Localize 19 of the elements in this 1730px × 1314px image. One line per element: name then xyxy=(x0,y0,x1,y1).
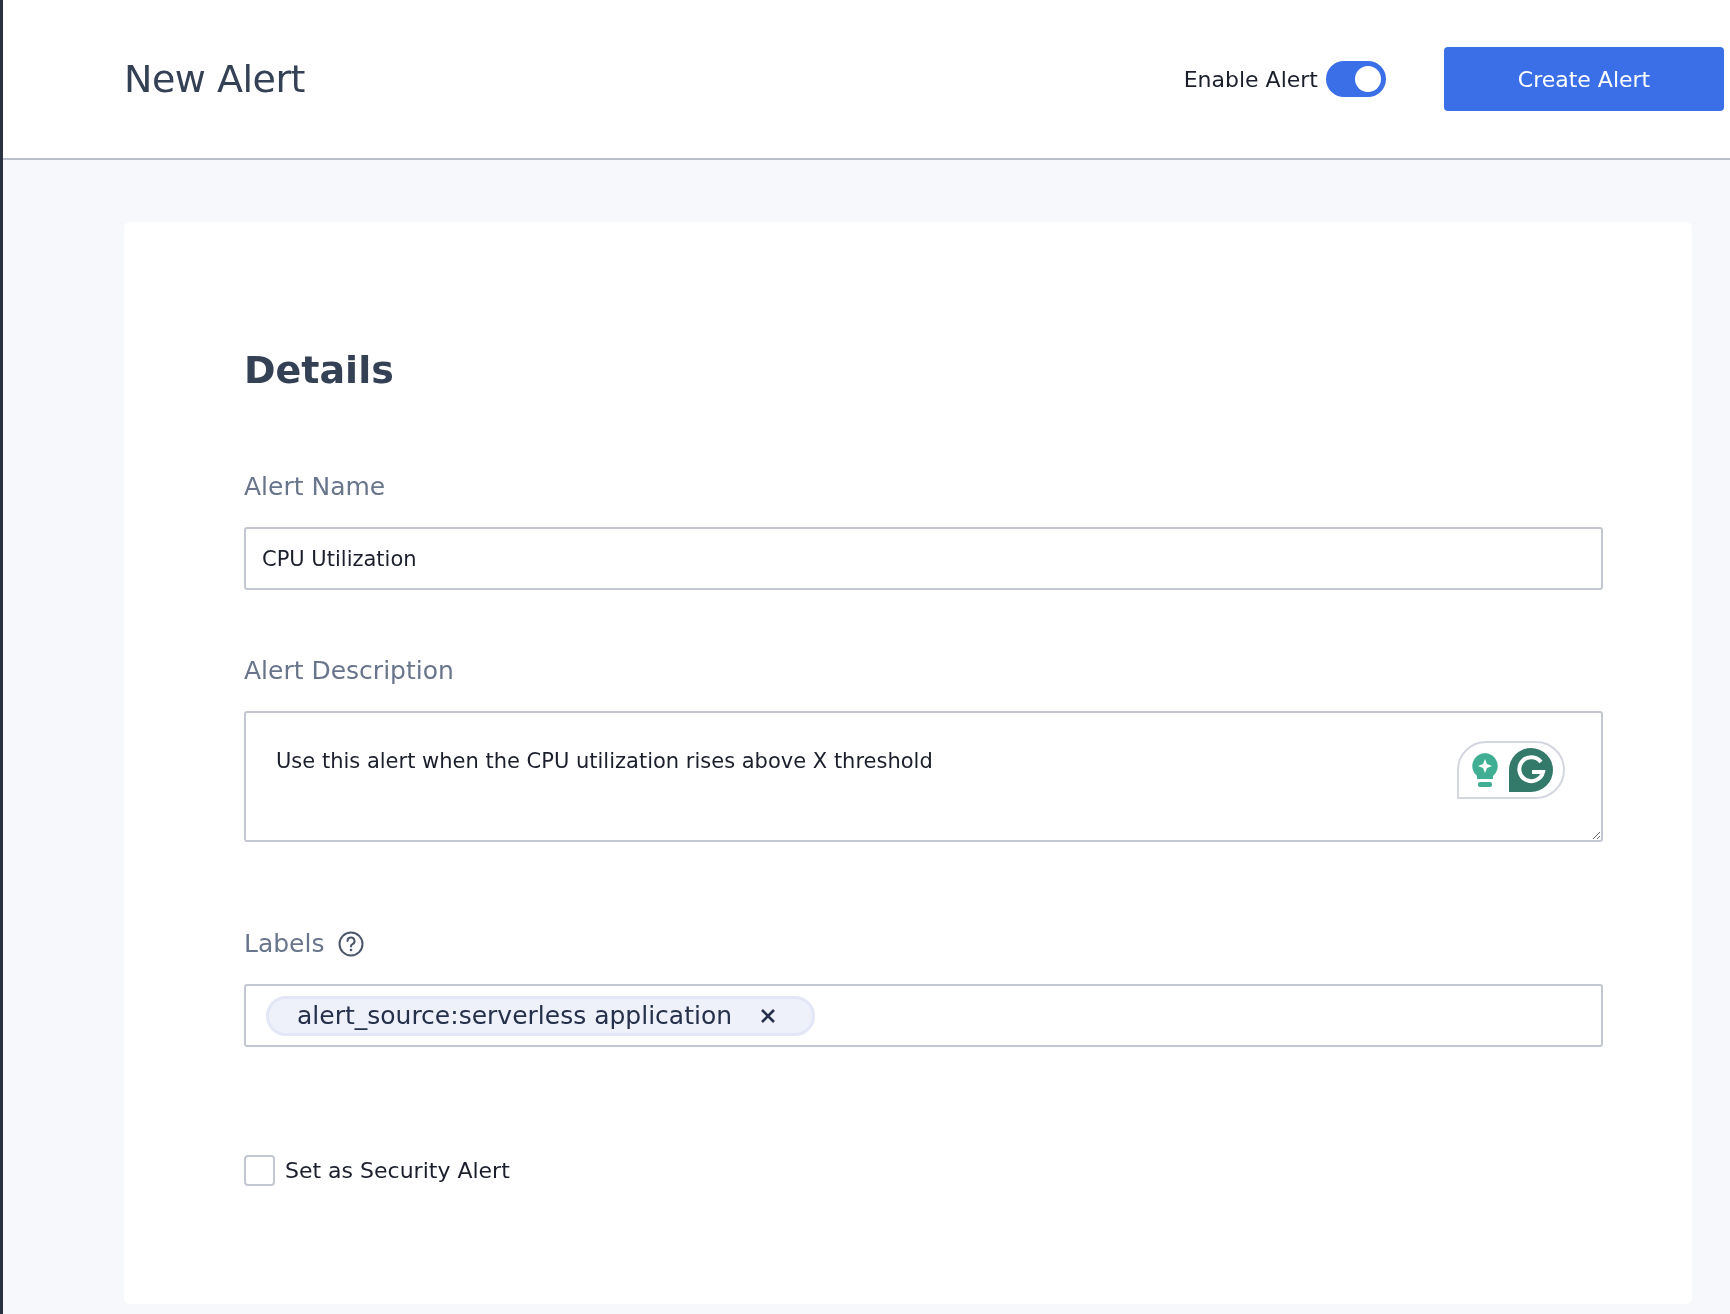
checkbox-label: Set as Security Alert xyxy=(285,1158,510,1183)
help-icon[interactable] xyxy=(338,930,365,957)
remove-icon[interactable] xyxy=(760,1007,777,1024)
section-heading: Details xyxy=(244,348,395,392)
description-field[interactable]: Use this alert when the CPU utilization rises above X threshold xyxy=(244,711,1603,842)
field-label: Alert Name xyxy=(244,472,386,501)
field-label: Labels xyxy=(244,929,325,958)
page-title: New Alert xyxy=(124,57,306,101)
g-logo-icon xyxy=(1509,748,1553,792)
toggle-switch[interactable] xyxy=(1326,61,1386,97)
labels-field[interactable]: alert_source:serverless application xyxy=(244,984,1603,1047)
create-alert-button[interactable]: Create Alert xyxy=(1444,47,1724,111)
lightbulb-icon xyxy=(1469,751,1501,789)
chip-text: alert_source:serverless application xyxy=(297,1001,733,1030)
checkbox[interactable] xyxy=(244,1155,275,1186)
field-label: Alert Description xyxy=(244,656,454,685)
assistant-widget[interactable] xyxy=(1457,741,1565,799)
input-field[interactable]: CPU Utilization xyxy=(244,527,1603,590)
toggle-label: Enable Alert xyxy=(1183,66,1318,92)
